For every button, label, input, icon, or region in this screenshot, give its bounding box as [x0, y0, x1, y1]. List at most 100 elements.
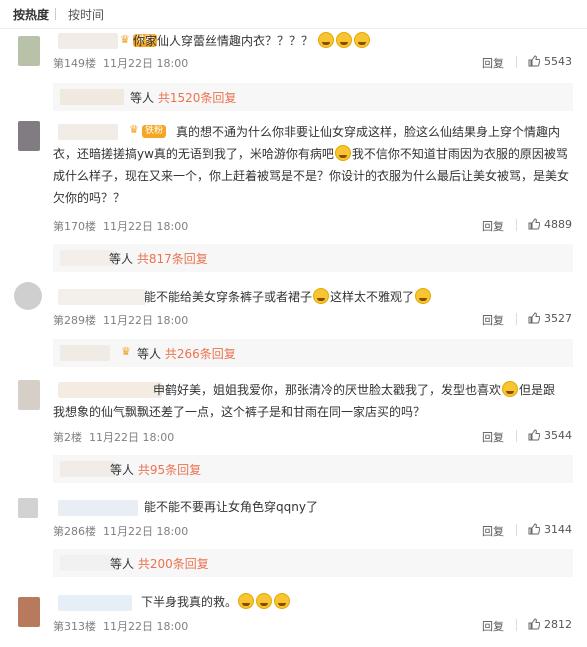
- divider: [516, 619, 517, 631]
- reply-button[interactable]: 回复: [482, 429, 504, 445]
- username-blurred: [60, 250, 116, 266]
- comment-body: 衣，还暗搓搓搞yw真的无语到我了，米哈游你有病吧: [53, 147, 334, 161]
- sub-replies[interactable]: 等人 共817条回复: [53, 244, 573, 272]
- avatar[interactable]: [18, 597, 40, 627]
- emoji-icon: [317, 32, 334, 48]
- floor-number: 第313楼: [53, 620, 96, 633]
- thumbs-up-icon: [528, 55, 541, 67]
- thumbs-up-icon: [528, 312, 541, 324]
- emoji-icon: [335, 32, 352, 48]
- crown-icon: ♛: [121, 345, 131, 358]
- avatar[interactable]: [14, 282, 42, 310]
- comment-body: 欠你的吗？？: [53, 191, 126, 205]
- like-count: 4889: [544, 218, 572, 231]
- sub-replies-label: 等人 共817条回复: [109, 250, 208, 267]
- sub-replies-label: 等人 共200条回复: [110, 555, 209, 572]
- reply-button[interactable]: 回复: [482, 218, 504, 234]
- sub-replies[interactable]: 等人 共1520条回复: [53, 83, 573, 111]
- floor-number: 第149楼: [53, 57, 96, 70]
- avatar[interactable]: [18, 380, 40, 410]
- reply-count-link[interactable]: 共1520条回复: [158, 91, 237, 105]
- comment-body: 成什么样子，现在又来一个，你上赶着被骂是不是？你设计的衣服为什么最后让美女被骂，…: [53, 169, 570, 183]
- like-button[interactable]: 2812: [528, 618, 572, 631]
- divider: [516, 430, 517, 442]
- emoji-icon: [274, 593, 291, 609]
- tab-divider: [55, 8, 56, 20]
- reply-button[interactable]: 回复: [482, 312, 504, 328]
- sub-suffix: 等人: [110, 557, 135, 571]
- comment-body: 能不能给美女穿条裤子或者裙子: [144, 290, 313, 304]
- sub-replies[interactable]: 等人 共200条回复: [53, 549, 573, 577]
- like-button[interactable]: 3544: [528, 429, 572, 442]
- reply-count-link[interactable]: 共817条回复: [137, 252, 208, 266]
- reply-button[interactable]: 回复: [482, 618, 504, 634]
- floor-number: 第170楼: [53, 220, 96, 233]
- thumbs-up-icon: [528, 429, 541, 441]
- comment-meta: 第313楼 11月22日 18:00: [53, 618, 188, 634]
- reply-button[interactable]: 回复: [482, 55, 504, 71]
- sub-replies[interactable]: 等人 共95条回复: [53, 455, 573, 483]
- timestamp: 11月22日 18:00: [103, 525, 189, 538]
- floor-number: 第289楼: [53, 314, 96, 327]
- comment-meta: 第289楼 11月22日 18:00: [53, 312, 188, 328]
- avatar[interactable]: [18, 498, 38, 518]
- like-button[interactable]: 4889: [528, 218, 572, 231]
- divider: [516, 56, 517, 68]
- emoji-icon: [502, 381, 519, 397]
- emoji-icon: [334, 145, 351, 161]
- comment-meta: 第149楼 11月22日 18:00: [53, 55, 188, 71]
- floor-number: 第286楼: [53, 525, 96, 538]
- comment-text: 真的想不通为什么你非要让仙女穿成这样，脸这么仙结果身上穿个情趣内 衣，还暗搓搓搞…: [53, 121, 573, 209]
- sub-replies[interactable]: ♛ 等人 共266条回复: [53, 339, 573, 367]
- comment-text: 申鹤好美，姐姐我爱你，那张清冷的厌世脸太戳我了，发型也喜欢 但是跟 我想象的仙气飘…: [53, 379, 573, 423]
- divider: [516, 524, 517, 536]
- timestamp: 11月22日 18:00: [103, 620, 189, 633]
- sub-suffix: 等人: [110, 463, 135, 477]
- avatar[interactable]: [18, 36, 40, 66]
- emoji-icon: [415, 288, 432, 304]
- avatar[interactable]: [18, 121, 40, 151]
- divider: [516, 219, 517, 231]
- divider: [516, 313, 517, 325]
- timestamp: 11月22日 18:00: [103, 220, 189, 233]
- comment-meta: 第2楼 11月22日 18:00: [53, 429, 174, 445]
- like-button[interactable]: 3527: [528, 312, 572, 325]
- timestamp: 11月22日 18:00: [103, 314, 189, 327]
- reply-count-link[interactable]: 共266条回复: [165, 347, 236, 361]
- comment-text: 能不能给美女穿条裤子或者裙子 这样太不雅观了: [53, 286, 573, 308]
- comment-text: 下半身我真的救。: [53, 591, 573, 613]
- emoji-icon: [238, 593, 255, 609]
- comment-body: 真的想不通为什么你非要让仙女穿成这样，脸这么仙结果身上穿个情趣内: [176, 125, 561, 139]
- comment-body: 我不信你不知道甘雨因为衣服的原因被骂: [351, 147, 568, 161]
- emoji-icon: [353, 32, 370, 48]
- like-count: 3544: [544, 429, 572, 442]
- like-count: 5543: [544, 55, 572, 68]
- comment-text: 你家仙人穿蕾丝情趣内衣？？？？: [53, 30, 573, 52]
- comment-body: 这样太不雅观了: [330, 290, 415, 304]
- comment-body: 能不能不要再让女角色穿qqny了: [144, 500, 318, 514]
- emoji-icon: [313, 288, 330, 304]
- emoji-icon: [256, 593, 273, 609]
- like-button[interactable]: 5543: [528, 55, 572, 68]
- reply-button[interactable]: 回复: [482, 523, 504, 539]
- like-count: 3144: [544, 523, 572, 536]
- comment-body: 我想象的仙气飘飘还差了一点，这个裤子是和甘雨在同一家店买的吗？: [53, 405, 426, 419]
- reply-count-link[interactable]: 共200条回复: [138, 557, 209, 571]
- like-count: 3527: [544, 312, 572, 325]
- timestamp: 11月22日 18:00: [103, 57, 189, 70]
- tab-hot[interactable]: 按热度: [13, 6, 49, 23]
- comment-body: 但是跟: [519, 383, 556, 397]
- like-button[interactable]: 3144: [528, 523, 572, 536]
- timestamp: 11月22日 18:00: [89, 431, 175, 444]
- sort-tabs: 按热度 按时间: [0, 0, 587, 29]
- sub-suffix: 等人: [109, 252, 134, 266]
- username-blurred: [60, 555, 116, 571]
- thumbs-up-icon: [528, 218, 541, 230]
- reply-count-link[interactable]: 共95条回复: [138, 463, 201, 477]
- comment-text: 能不能不要再让女角色穿qqny了: [53, 496, 573, 518]
- comment-body: 你家仙人穿蕾丝情趣内衣？？？？: [133, 34, 314, 48]
- floor-number: 第2楼: [53, 431, 82, 444]
- tab-time[interactable]: 按时间: [68, 6, 104, 23]
- username-blurred: [60, 89, 124, 105]
- thumbs-up-icon: [528, 523, 541, 535]
